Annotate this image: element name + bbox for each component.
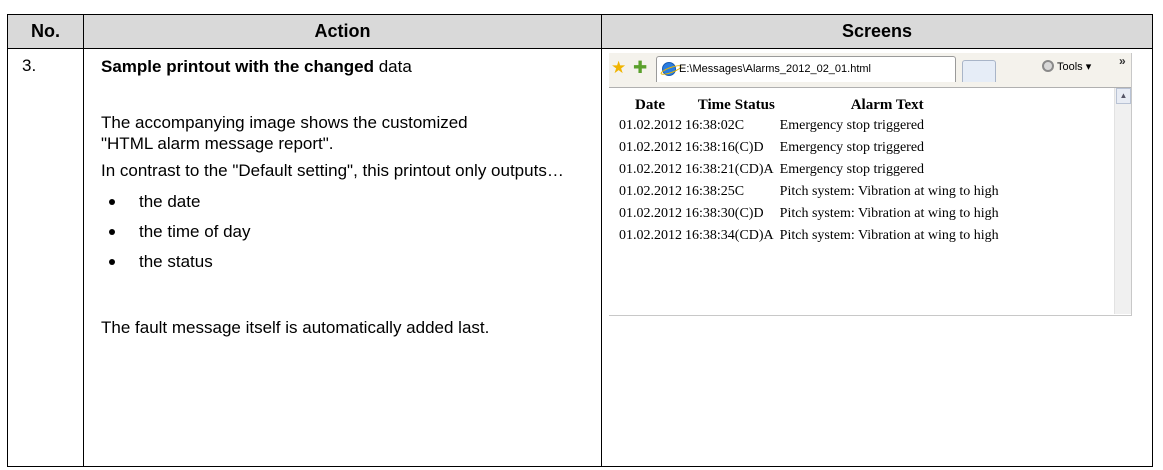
action-heading: Sample printout with the changed data (101, 56, 581, 77)
column-divider (601, 15, 602, 466)
action-paragraph-1: The accompanying image shows the customi… (101, 113, 468, 132)
col-status: Status (734, 96, 775, 113)
browser-screenshot: ★ ✚ E:\Messages\Alarms_2012_02_01.html T… (609, 53, 1132, 316)
bullet-icon (109, 199, 115, 205)
header-action: Action (314, 21, 371, 41)
list-item: the date (101, 187, 581, 217)
vertical-scrollbar[interactable] (1114, 88, 1131, 314)
table-row: 01.02.2012 16:38:34 (CD)A Pitch system: … (619, 228, 999, 243)
step-number: 3. (22, 56, 37, 75)
browser-tab[interactable]: E:\Messages\Alarms_2012_02_01.html (656, 56, 956, 82)
gear-icon (1042, 60, 1054, 72)
header-no: No. (31, 21, 60, 41)
tools-menu-button[interactable]: Tools ▾ (1042, 60, 1091, 73)
overflow-chevron-icon[interactable]: » (1119, 54, 1126, 68)
action-paragraph-1b: "HTML alarm message report". (101, 134, 334, 153)
table-row: 01.02.2012 16:38:02 C Emergency stop tri… (619, 118, 925, 133)
list-item: the status (101, 247, 581, 277)
table-row: 01.02.2012 16:38:21 (CD)A Emergency stop… (619, 162, 925, 177)
browser-toolbar: ★ ✚ E:\Messages\Alarms_2012_02_01.html T… (609, 53, 1131, 88)
output-list: the date the time of day the status (101, 187, 581, 277)
scroll-up-icon[interactable]: ▲ (1116, 88, 1131, 104)
action-paragraph-3: The fault message itself is automaticall… (101, 318, 490, 337)
table-row: 01.02.2012 16:38:25 C Pitch system: Vibr… (619, 184, 999, 199)
action-heading-normal: data (373, 57, 412, 76)
list-item: the time of day (101, 217, 581, 247)
alarm-table-header: Date Time Status Alarm Text (619, 95, 999, 115)
col-date: Date (635, 96, 665, 113)
ie-page-icon (662, 62, 676, 76)
chevron-down-icon: ▾ (1085, 61, 1092, 73)
header-screens: Screens (841, 21, 913, 41)
action-heading-bold: Sample printout with the changed (101, 57, 374, 76)
alarm-table: Date Time Status Alarm Text 01.02.2012 1… (619, 95, 999, 247)
col-time: Time (697, 96, 731, 113)
action-cell: Sample printout with the changed data Th… (101, 56, 581, 338)
action-paragraph-2: In contrast to the "Default setting", th… (101, 161, 564, 180)
bullet-icon (109, 229, 115, 235)
table-header-row: No. Action Screens (8, 15, 1152, 49)
new-tab-button[interactable] (962, 60, 996, 82)
table-row: 01.02.2012 16:38:30 (C)D Pitch system: V… (619, 206, 999, 221)
bullet-icon (109, 259, 115, 265)
tab-title: E:\Messages\Alarms_2012_02_01.html (679, 63, 871, 75)
add-favorite-icon[interactable]: ✚ (633, 58, 647, 78)
col-alarm-text: Alarm Text (850, 96, 924, 113)
favorites-star-icon[interactable]: ★ (611, 58, 626, 78)
column-divider (83, 15, 84, 466)
table-row: 01.02.2012 16:38:16 (C)D Emergency stop … (619, 140, 925, 155)
